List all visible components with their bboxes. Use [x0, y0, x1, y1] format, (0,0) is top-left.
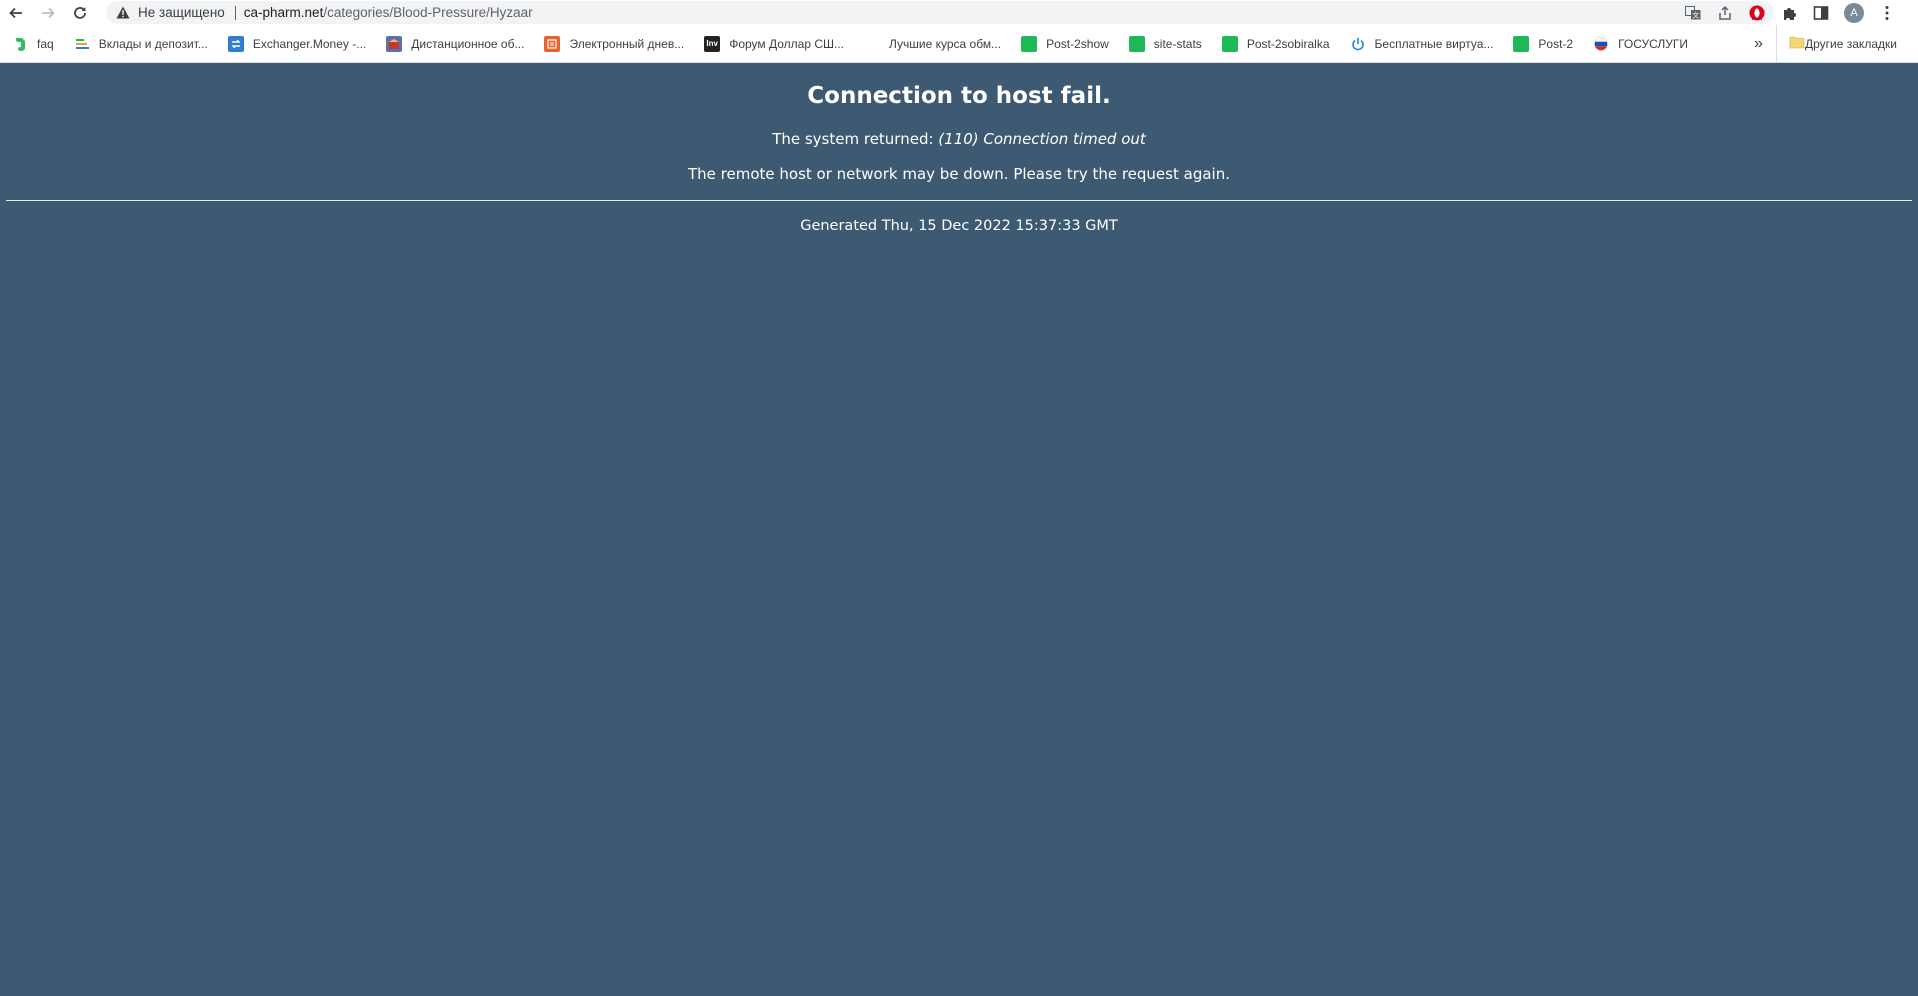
bookmark-label: Дистанционное об...	[411, 36, 525, 51]
browser-toolbar: Не защищено ca-pharm.net/categories/Bloo…	[0, 0, 1918, 25]
security-status[interactable]: Не защищено	[138, 5, 225, 20]
back-button[interactable]	[0, 0, 32, 25]
opera-extension-icon[interactable]	[1748, 4, 1766, 22]
bookmark-post-2sobiralka[interactable]: Post-2sobiralka	[1210, 30, 1338, 58]
warning-icon[interactable]	[116, 6, 130, 19]
bookmark-post-2show[interactable]: Post-2show	[1009, 30, 1117, 58]
power-icon	[1350, 36, 1366, 52]
puzzle-extensions-icon[interactable]	[1780, 4, 1798, 22]
diary-icon	[544, 35, 561, 52]
green-square-icon	[1221, 35, 1238, 52]
omnibox-divider	[234, 5, 236, 20]
arrow-left-icon	[9, 7, 22, 18]
green-square-icon	[1128, 35, 1145, 52]
system-returned-line: The system returned: (110) Connection ti…	[0, 130, 1918, 148]
bookmark-label: Электронный днев...	[569, 36, 685, 51]
inv-icon: Inv	[704, 35, 721, 52]
green-square-icon	[1513, 35, 1530, 52]
error-page: Connection to host fail. The system retu…	[0, 63, 1918, 996]
profile-avatar[interactable]: A	[1844, 2, 1864, 23]
bookmarks-overflow-chevron-icon[interactable]: »	[1754, 25, 1763, 62]
forward-button[interactable]	[32, 0, 64, 25]
menu-kebab-icon[interactable]	[1878, 4, 1896, 22]
bookmark-label: Форум Доллар СШ...	[729, 36, 845, 51]
bookmark-label: ГОСУСЛУГИ	[1618, 36, 1689, 51]
bookmarks-bar: faq Вклады и депозит... Exchanger.Money …	[0, 25, 1918, 63]
exchange-icon	[227, 35, 244, 52]
bookmark-faq[interactable]: faq	[0, 30, 62, 58]
bookmark-free-virtual[interactable]: Бесплатные виртуа...	[1338, 30, 1502, 58]
bookmark-exchanger[interactable]: Exchanger.Money -...	[216, 30, 374, 58]
bars-icon	[74, 36, 90, 52]
folder-icon	[1789, 35, 1805, 52]
url-path: /categories/Blood-Pressure/Hyzaar	[323, 5, 533, 20]
bookmark-deposits[interactable]: Вклады и депозит...	[62, 30, 216, 58]
error-message: The remote host or network may be down. …	[688, 165, 1230, 183]
bookmark-label: Другие закладки	[1805, 36, 1897, 51]
bookmark-post-2[interactable]: Post-2	[1501, 30, 1581, 58]
bookmark-forum-dollar[interactable]: Inv Форум Доллар СШ...	[692, 30, 852, 58]
arrow-right-icon	[42, 7, 55, 18]
bookmark-label: site-stats	[1153, 36, 1202, 51]
bookmark-best-rates[interactable]: Лучшие курса обм...	[852, 30, 1009, 58]
divider	[6, 200, 1912, 201]
bookmark-label: Лучшие курса обм...	[889, 36, 1002, 51]
green-square-icon	[1021, 35, 1038, 52]
share-icon[interactable]	[1716, 4, 1734, 22]
reload-icon	[74, 6, 86, 19]
bookmark-site-stats[interactable]: site-stats	[1117, 30, 1210, 58]
address-bar[interactable]: Не защищено ca-pharm.net/categories/Bloo…	[106, 1, 1774, 24]
flag-icon	[1593, 36, 1609, 52]
bookmark-label: Post-2	[1538, 36, 1574, 51]
bookmark-diary[interactable]: Электронный днев...	[532, 30, 692, 58]
bookmark-label: faq	[37, 36, 54, 51]
error-title: Connection to host fail.	[807, 83, 1111, 109]
evernote-icon	[12, 36, 28, 52]
generated-timestamp: Generated Thu, 15 Dec 2022 15:37:33 GMT	[800, 218, 1118, 234]
bookmark-label: Exchanger.Money -...	[252, 36, 367, 51]
system-returned-detail: (110) Connection timed out	[938, 130, 1146, 148]
url-host: ca-pharm.net	[243, 5, 324, 20]
bookmark-label: Бесплатные виртуа...	[1374, 36, 1494, 51]
side-panel-icon[interactable]	[1812, 4, 1830, 22]
bookmark-other-folder[interactable]: Другие закладки	[1776, 25, 1897, 62]
bookmark-label: Post-2sobiralka	[1246, 36, 1330, 51]
reload-button[interactable]	[64, 0, 96, 25]
bookmark-label: Вклады и депозит...	[98, 36, 208, 51]
school-icon	[386, 35, 403, 52]
bookmark-gosuslugi[interactable]: ГОСУСЛУГИ	[1581, 30, 1696, 58]
translate-icon[interactable]: 文	[1684, 4, 1702, 22]
toolbar-right-actions: A	[1748, 0, 1896, 25]
bookmark-label: Post-2show	[1046, 36, 1109, 51]
system-returned-prefix: The system returned:	[772, 130, 939, 148]
moon-icon	[864, 36, 880, 52]
bookmark-distance-learning[interactable]: Дистанционное об...	[374, 30, 532, 58]
svg-text:文: 文	[1692, 10, 1699, 19]
